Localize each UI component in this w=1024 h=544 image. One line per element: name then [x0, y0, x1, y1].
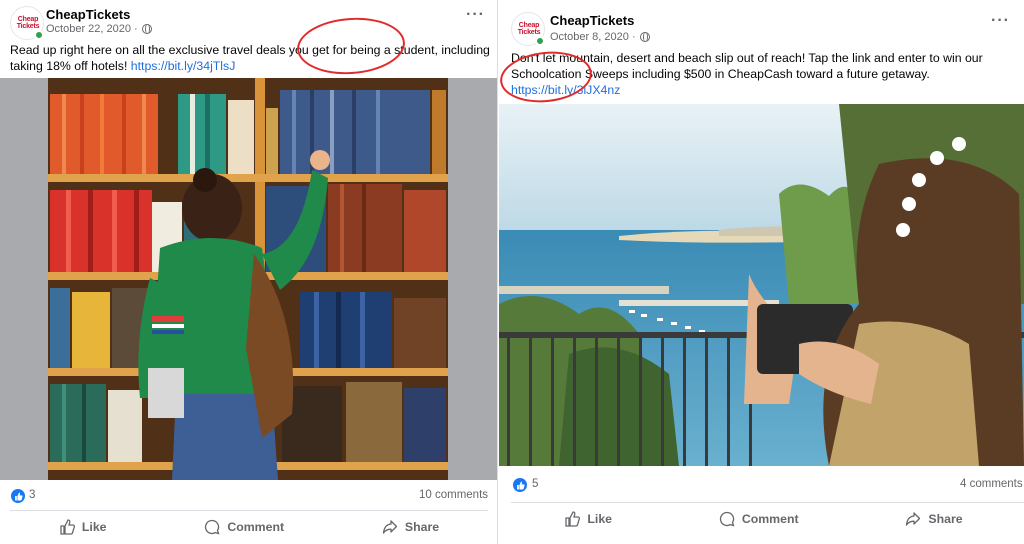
- post-actions: Like Comment Share: [511, 505, 1016, 533]
- post-card-student-deals: Cheap Tickets CheapTickets October 22, 20…: [0, 0, 498, 544]
- comment-button[interactable]: Comment: [709, 507, 809, 531]
- post-header: Cheap Tickets CheapTickets October 22, 20…: [0, 0, 497, 40]
- post-link[interactable]: https://bit.ly/3iJX4nz: [511, 83, 620, 97]
- post-meta: October 22, 2020 ·: [46, 23, 152, 35]
- page-name[interactable]: CheapTickets: [46, 7, 130, 22]
- online-status-dot: [535, 36, 545, 46]
- page-avatar[interactable]: Cheap Tickets: [511, 12, 545, 46]
- post-caption: Don't let mountain, desert and beach sli…: [511, 51, 983, 97]
- comment-button[interactable]: Comment: [194, 515, 294, 539]
- post-meta: October 8, 2020 ·: [550, 31, 650, 43]
- like-icon: [60, 519, 75, 535]
- post-card-schoolcation: Cheap Tickets CheapTickets October 8, 202…: [499, 0, 1024, 544]
- share-icon: [906, 512, 921, 526]
- like-reaction-icon[interactable]: [11, 489, 25, 503]
- cheaptickets-logo: Cheap Tickets: [517, 22, 541, 36]
- more-options-icon[interactable]: ···: [991, 12, 1010, 30]
- stats-divider: [511, 502, 1024, 503]
- comment-icon: [719, 511, 735, 527]
- post-stats: 5 4 comments: [499, 474, 1024, 498]
- like-reaction-icon[interactable]: [513, 478, 527, 492]
- post-image-library[interactable]: [0, 78, 497, 480]
- cheaptickets-logo: Cheap Tickets: [16, 16, 40, 30]
- globe-icon: [639, 32, 650, 42]
- like-button[interactable]: Like: [554, 507, 622, 531]
- stats-divider: [10, 510, 488, 511]
- comments-count[interactable]: 10 comments: [419, 489, 488, 501]
- like-button[interactable]: Like: [49, 515, 117, 539]
- more-options-icon[interactable]: ···: [466, 6, 485, 24]
- post-caption: Read up right here on all the exclusive …: [10, 43, 490, 73]
- page-avatar[interactable]: Cheap Tickets: [10, 6, 44, 40]
- like-icon: [565, 511, 581, 527]
- comments-count[interactable]: 4 comments: [960, 478, 1023, 490]
- post-header: Cheap Tickets CheapTickets October 8, 202…: [499, 0, 1024, 46]
- share-icon: [382, 520, 398, 534]
- comment-icon: [205, 519, 220, 535]
- share-button[interactable]: Share: [372, 515, 449, 539]
- like-count[interactable]: 5: [532, 478, 538, 490]
- page-name[interactable]: CheapTickets: [550, 13, 634, 28]
- balcony-photo: [499, 104, 1024, 466]
- post-date[interactable]: October 22, 2020 ·: [46, 23, 138, 35]
- post-stats: 3 10 comments: [0, 486, 497, 510]
- post-date[interactable]: October 8, 2020 ·: [550, 31, 636, 43]
- online-status-dot: [34, 30, 44, 40]
- post-actions: Like Comment Share: [10, 514, 488, 540]
- post-image-balcony[interactable]: [499, 104, 1024, 466]
- share-button[interactable]: Share: [895, 507, 972, 531]
- like-count[interactable]: 3: [29, 489, 35, 501]
- post-link[interactable]: https://bit.ly/34jTlsJ: [131, 59, 236, 73]
- globe-icon: [141, 24, 152, 34]
- library-photo: [48, 78, 448, 480]
